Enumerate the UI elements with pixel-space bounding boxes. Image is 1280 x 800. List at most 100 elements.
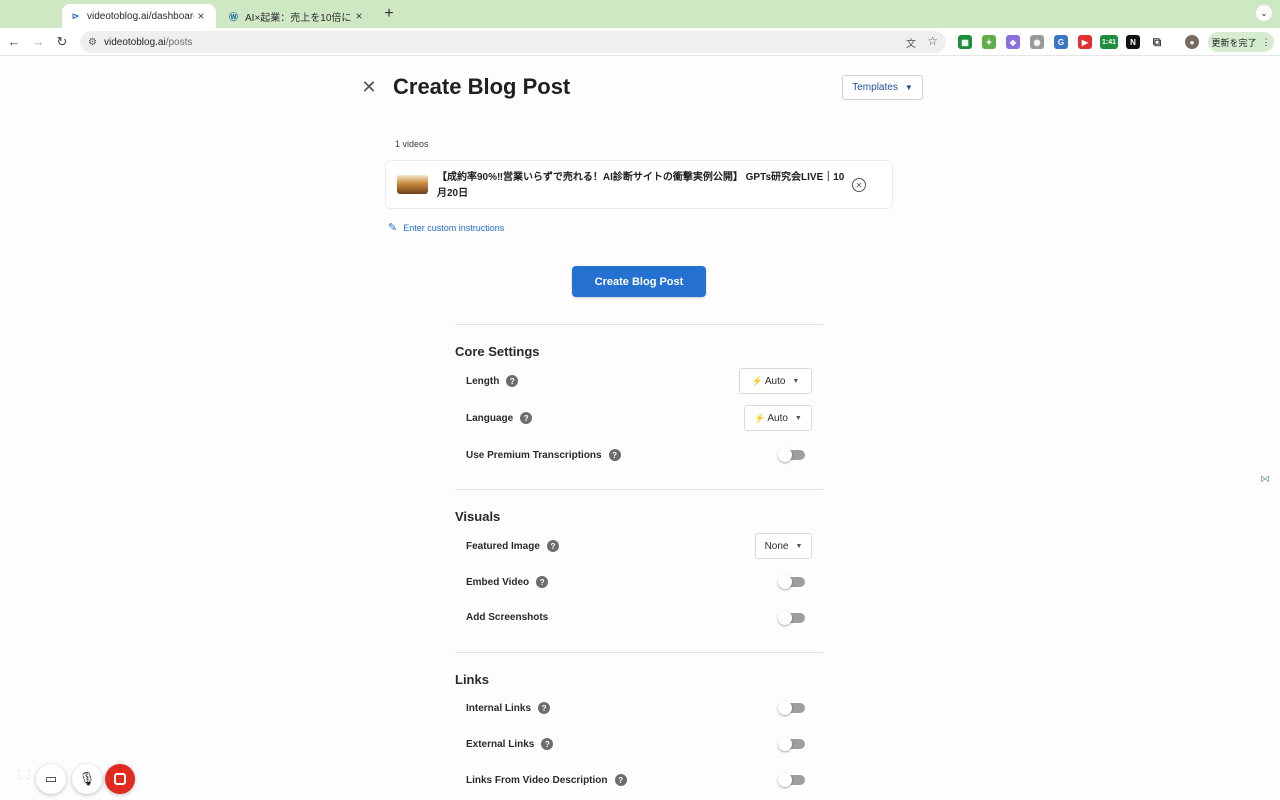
tab-title: AI×起業：売上を10倍にするチ… <box>245 12 352 24</box>
toggle-knob <box>778 575 792 589</box>
language-label: Language <box>466 412 514 424</box>
toggle-knob <box>778 773 792 787</box>
drag-handle-icon[interactable]: ⋮⋮ <box>14 771 34 786</box>
browser-tab-strip: ⊳ videotoblog.ai/dashboard × Ⓦ AI×起業：売上を… <box>0 0 1280 28</box>
external-links-label: External Links <box>466 738 535 750</box>
extension-sheets-icon[interactable]: ▦ <box>958 35 972 49</box>
links-from-description-setting: Links From Video Description ? <box>466 774 627 786</box>
embed-video-toggle[interactable] <box>778 575 805 589</box>
kebab-menu-icon: ⋮ <box>1261 36 1271 47</box>
create-blog-post-button[interactable]: Create Blog Post <box>572 266 706 297</box>
featured-image-select[interactable]: None ▼ <box>755 533 812 559</box>
caret-down-icon: ▼ <box>794 414 802 422</box>
links-heading: Links <box>455 672 489 687</box>
camera-icon[interactable]: ▭ <box>36 764 66 794</box>
language-value: Auto <box>767 412 788 424</box>
chevron-down-icon: ▼ <box>904 83 913 92</box>
close-icon[interactable]: ✕ <box>360 78 378 96</box>
enter-custom-instructions-link[interactable]: ✎ Enter custom instructions <box>388 221 504 234</box>
videotoblog-favicon-icon: ⊳ <box>71 10 80 21</box>
url-path: /posts <box>165 36 193 48</box>
links-from-description-toggle[interactable] <box>778 773 805 787</box>
url-host: videotoblog.ai <box>104 36 166 48</box>
section-divider <box>455 652 823 653</box>
address-bar[interactable]: ⚙ videotoblog.ai/posts 文 ☆ <box>80 31 946 53</box>
language-select[interactable]: ⚡ Auto ▼ <box>744 405 812 431</box>
help-icon[interactable]: ? <box>541 738 554 750</box>
reload-icon[interactable]: ↻ <box>54 34 70 50</box>
premium-transcriptions-toggle[interactable] <box>778 448 805 462</box>
extension-puzzle-green-icon[interactable]: ✦ <box>982 35 996 49</box>
tab-videotoblog-dashboard[interactable]: ⊳ videotoblog.ai/dashboard × <box>62 4 216 28</box>
wordpress-favicon-icon: Ⓦ <box>228 11 238 22</box>
help-icon[interactable]: ? <box>538 702 551 714</box>
extensions-puzzle-icon[interactable]: ⧉ <box>1150 35 1164 49</box>
pencil-icon: ✎ <box>388 222 398 234</box>
premium-transcriptions-label: Use Premium Transcriptions <box>466 449 602 461</box>
tab-search-chevron-icon[interactable]: ⌄ <box>1256 5 1272 21</box>
update-complete-button[interactable]: 更新を完了 ⋮ <box>1208 32 1274 52</box>
caret-down-icon: ▼ <box>795 542 803 550</box>
videos-count: 1 videos <box>395 139 429 149</box>
help-icon[interactable]: ? <box>614 774 627 786</box>
caret-down-icon: ▼ <box>792 377 800 385</box>
length-label: Length <box>466 375 500 387</box>
help-icon[interactable]: ? <box>608 449 621 461</box>
video-title: 【成約率90%‼︎営業いらずで売れる！AI診断サイトの衝撃実例公開】 GPTs研… <box>437 172 845 199</box>
help-icon[interactable]: ? <box>546 540 559 552</box>
remove-video-icon[interactable]: ✕ <box>852 178 866 192</box>
custom-instructions-label: Enter custom instructions <box>403 222 505 233</box>
site-settings-icon[interactable]: ⚙ <box>88 37 100 48</box>
side-panel-handle-icon[interactable]: ⋈ <box>1260 474 1274 490</box>
toggle-knob <box>778 611 792 625</box>
internal-links-setting: Internal Links ? <box>466 702 551 714</box>
browser-toolbar: ← → ↻ ⚙ videotoblog.ai/posts 文 ☆ ▦ ✦ ◆ ◉… <box>0 28 1280 56</box>
stop-square-icon <box>114 773 126 785</box>
video-thumbnail <box>397 175 428 194</box>
extension-youtube-icon[interactable]: ▶ <box>1078 35 1092 49</box>
visuals-heading: Visuals <box>455 509 501 524</box>
section-divider <box>455 489 823 490</box>
video-card: 【成約率90%‼︎営業いらずで売れる！AI診断サイトの衝撃実例公開】 GPTs研… <box>385 160 893 209</box>
microphone-icon[interactable]: 🎙 <box>72 764 102 794</box>
templates-dropdown-button[interactable]: Templates ▼ <box>842 75 923 100</box>
new-tab-button[interactable]: + <box>382 5 396 23</box>
extension-translate-badge-icon[interactable]: G <box>1054 35 1068 49</box>
close-tab-icon[interactable]: × <box>194 9 208 23</box>
length-value: Auto <box>764 375 786 387</box>
add-screenshots-label: Add Screenshots <box>466 612 549 623</box>
help-icon[interactable]: ? <box>506 375 519 387</box>
tab-title: videotoblog.ai/dashboard <box>87 10 194 22</box>
featured-image-label: Featured Image <box>466 540 540 552</box>
core-settings-heading: Core Settings <box>455 344 540 359</box>
notion-extension-icon[interactable]: N <box>1126 35 1140 49</box>
links-from-description-label: Links From Video Description <box>466 774 608 786</box>
external-links-toggle[interactable] <box>778 737 805 751</box>
tab-wordpress-post[interactable]: Ⓦ AI×起業：売上を10倍にするチ… × <box>220 4 374 28</box>
add-screenshots-setting: Add Screenshots <box>466 612 548 623</box>
length-select[interactable]: ⚡ Auto ▼ <box>739 368 812 394</box>
extension-timer-badge[interactable]: 1:41 <box>1100 35 1118 49</box>
embed-video-setting: Embed Video ? <box>466 576 549 588</box>
close-tab-icon[interactable]: × <box>352 9 366 23</box>
embed-video-label: Embed Video <box>466 576 530 588</box>
stop-recording-button[interactable] <box>105 764 135 794</box>
extension-droplet-icon[interactable]: ◆ <box>1006 35 1020 49</box>
back-arrow-icon[interactable]: ← <box>6 34 22 50</box>
forward-arrow-icon[interactable]: → <box>30 34 46 50</box>
help-icon[interactable]: ? <box>536 576 549 588</box>
featured-image-setting: Featured Image ? <box>466 540 559 552</box>
bookmark-star-icon[interactable]: ☆ <box>927 34 938 48</box>
internal-links-toggle[interactable] <box>778 701 805 715</box>
help-icon[interactable]: ? <box>520 412 533 424</box>
toggle-knob <box>778 737 792 751</box>
length-setting: Length ? <box>466 375 519 387</box>
lightning-icon: ⚡ <box>751 375 763 386</box>
add-screenshots-toggle[interactable] <box>778 611 805 625</box>
toggle-knob <box>778 448 792 462</box>
translate-icon[interactable]: 文 <box>904 35 918 50</box>
profile-avatar[interactable]: ● <box>1185 35 1199 49</box>
section-divider <box>455 324 823 325</box>
extension-camera-icon[interactable]: ◉ <box>1030 35 1044 49</box>
language-setting: Language ? <box>466 412 533 424</box>
